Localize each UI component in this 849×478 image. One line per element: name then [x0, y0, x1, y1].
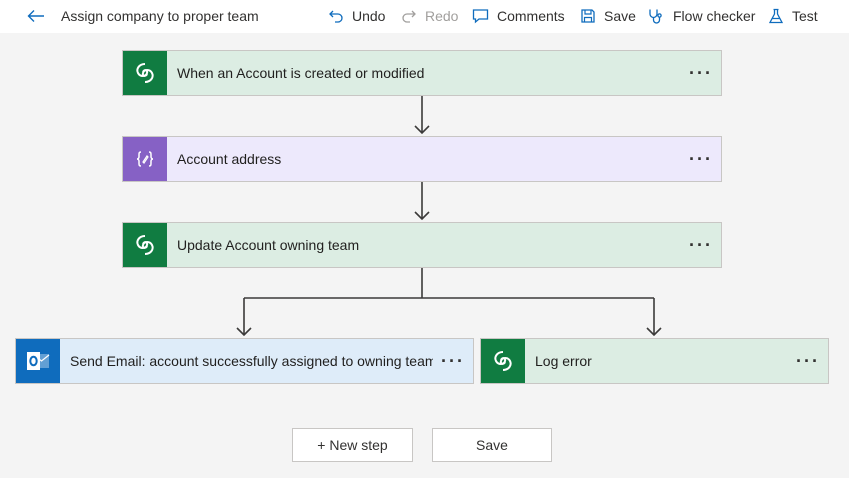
outlook-icon — [16, 339, 60, 383]
compose-icon — [123, 137, 167, 181]
comment-icon — [472, 9, 489, 24]
beaker-icon — [768, 8, 784, 24]
back-button[interactable] — [24, 4, 48, 28]
dataverse-icon — [123, 51, 167, 95]
trigger-more-button[interactable]: ··· — [681, 51, 721, 95]
save-icon — [581, 9, 595, 23]
arrow-left-icon — [27, 10, 44, 22]
flow-checker-label: Flow checker — [673, 8, 756, 24]
flow-checker-button[interactable]: Flow checker — [648, 5, 755, 27]
comments-label: Comments — [497, 8, 565, 24]
log-error-step-label: Log error — [535, 353, 592, 369]
log-error-step-card[interactable]: Log error ··· — [480, 338, 829, 384]
test-label: Test — [792, 8, 818, 24]
dataverse-icon — [123, 223, 167, 267]
stethoscope-icon — [649, 9, 662, 24]
comments-button[interactable]: Comments — [472, 5, 565, 27]
save-toolbar-button[interactable]: Save — [580, 5, 636, 27]
send-email-step-card[interactable]: Send Email: account successfully assigne… — [15, 338, 474, 384]
undo-label: Undo — [352, 8, 386, 24]
dataverse-icon — [481, 339, 525, 383]
designer-header: Assign company to proper team Undo Redo … — [0, 0, 849, 33]
flow-title: Assign company to proper team — [61, 8, 259, 24]
redo-label: Redo — [425, 8, 459, 24]
redo-icon — [402, 10, 416, 23]
compose-step-label: Account address — [177, 151, 282, 167]
send-email-step-label: Send Email: account successfully assigne… — [70, 353, 433, 369]
send-email-more-button[interactable]: ··· — [433, 339, 473, 383]
save-button[interactable]: Save — [432, 428, 552, 462]
update-more-button[interactable]: ··· — [681, 223, 721, 267]
compose-more-button[interactable]: ··· — [681, 137, 721, 181]
redo-button[interactable]: Redo — [401, 5, 458, 27]
undo-icon — [329, 10, 343, 23]
new-step-button[interactable]: + New step — [292, 428, 413, 462]
undo-button[interactable]: Undo — [328, 5, 385, 27]
test-button[interactable]: Test — [768, 5, 818, 27]
trigger-step-card[interactable]: When an Account is created or modified ·… — [122, 50, 722, 96]
update-step-label: Update Account owning team — [177, 237, 360, 253]
save-toolbar-label: Save — [604, 8, 636, 24]
trigger-step-label: When an Account is created or modified — [177, 65, 425, 81]
update-step-card[interactable]: Update Account owning team ··· — [122, 222, 722, 268]
log-error-more-button[interactable]: ··· — [788, 339, 828, 383]
compose-step-card[interactable]: Account address ··· — [122, 136, 722, 182]
